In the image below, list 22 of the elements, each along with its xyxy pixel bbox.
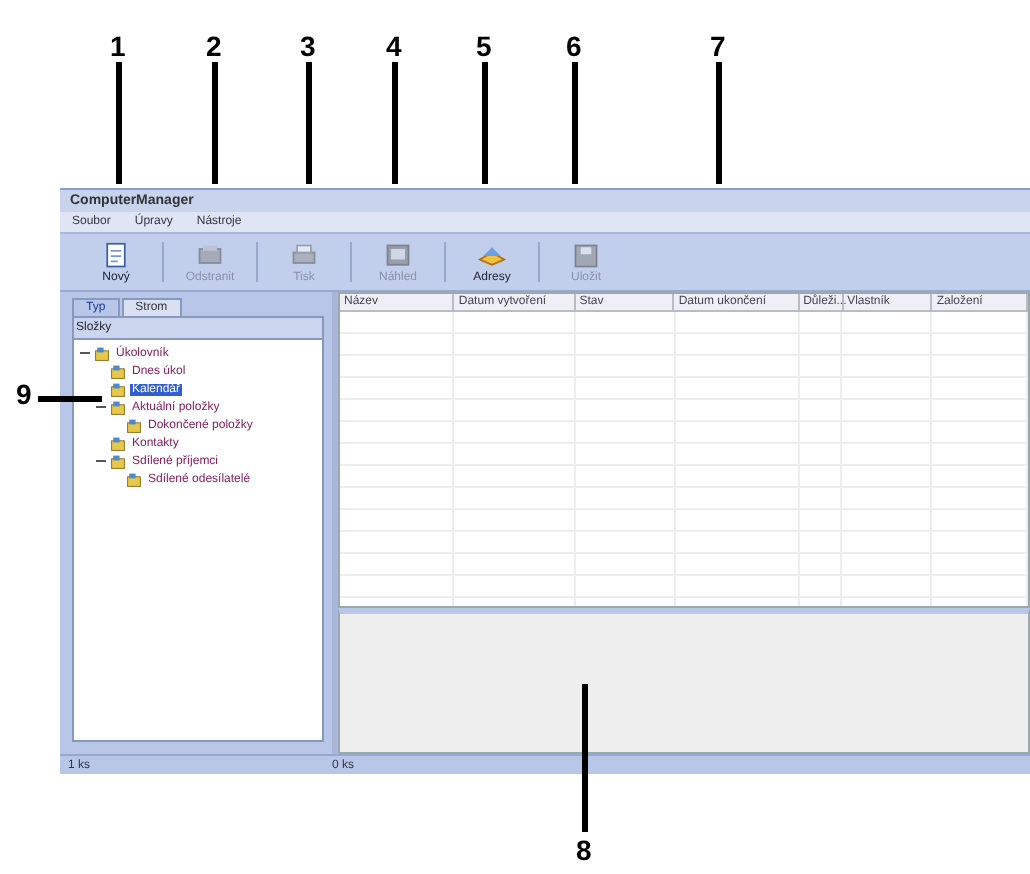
minus-icon[interactable] (80, 348, 90, 358)
callout-number: 4 (386, 32, 402, 62)
leader-line (116, 62, 122, 184)
callout-number: 2 (206, 32, 222, 62)
leader-line (38, 396, 102, 402)
leader-line (306, 62, 312, 184)
document-icon (102, 241, 130, 269)
callout-number: 3 (300, 32, 316, 62)
monitor-icon (384, 241, 412, 269)
leader-line (572, 62, 578, 184)
callout-number: 1 (110, 32, 126, 62)
minus-icon[interactable] (96, 402, 106, 412)
leader-line (482, 62, 488, 184)
minus-icon[interactable] (96, 456, 106, 466)
leader-line (392, 62, 398, 184)
callout-number: 8 (576, 836, 592, 866)
leader-line (716, 62, 722, 184)
callout-number: 7 (710, 32, 726, 62)
leader-line (212, 62, 218, 184)
callout-number: 9 (16, 380, 32, 410)
callout-number: 6 (566, 32, 582, 62)
callout-number: 5 (476, 32, 492, 62)
